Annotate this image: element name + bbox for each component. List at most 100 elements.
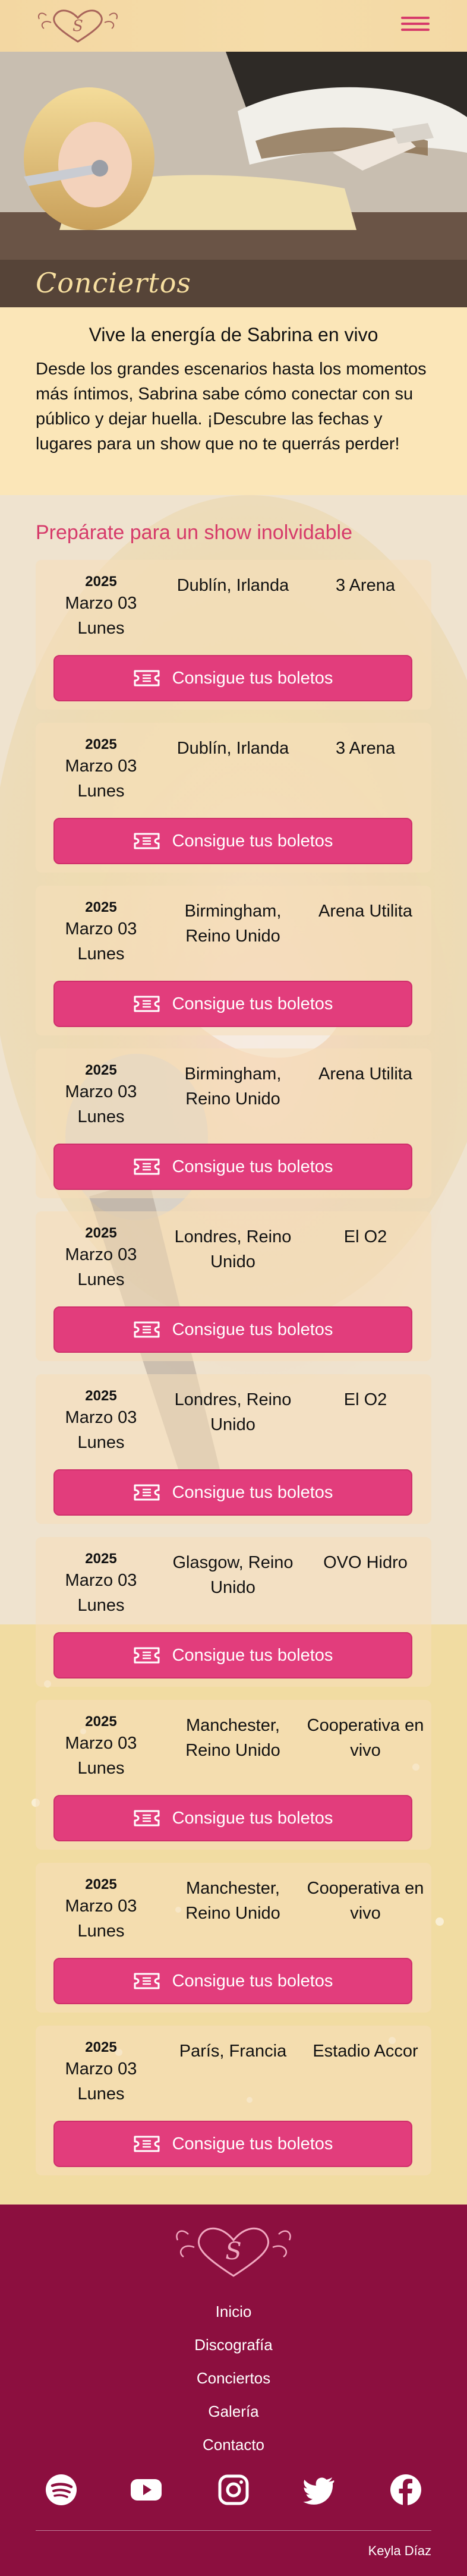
get-tickets-button[interactable]: Consigue tus boletos	[53, 1795, 412, 1841]
ticket-icon	[134, 670, 160, 686]
instagram-icon[interactable]	[217, 2473, 250, 2506]
get-tickets-label: Consigue tus boletos	[172, 1971, 333, 1991]
facebook-icon[interactable]	[389, 2473, 422, 2506]
footer-link-conciertos[interactable]: Conciertos	[0, 2361, 467, 2395]
heart-logo-icon: S	[176, 2227, 291, 2277]
ticket-icon	[134, 1647, 160, 1664]
concert-city: Londres, Reino Unido	[174, 1227, 292, 1271]
concert-month-day: Marzo 03	[65, 757, 137, 776]
concert-date: 2025 Marzo 03 Lunes	[36, 1876, 166, 1944]
hero-banner: Conciertos	[0, 52, 467, 307]
concert-city: Dublín, Irlanda	[176, 739, 289, 758]
get-tickets-button[interactable]: Consigue tus boletos	[53, 818, 412, 864]
concert-city: Dublín, Irlanda	[176, 576, 289, 595]
ticket-icon	[134, 1158, 160, 1175]
svg-text:S: S	[72, 17, 83, 35]
concert-weekday: Lunes	[77, 1759, 125, 1778]
spotify-icon[interactable]	[45, 2473, 78, 2506]
concert-city: Birmingham, Reino Unido	[184, 1065, 282, 1109]
concert-venue: OVO Hidro	[323, 1553, 408, 1572]
concert-weekday: Lunes	[77, 619, 125, 638]
concert-city: Birmingham, Reino Unido	[184, 902, 282, 946]
ticket-icon	[134, 996, 160, 1012]
concert-year: 2025	[85, 899, 117, 915]
concert-city: Manchester, Reino Unido	[185, 1879, 280, 1923]
concert-venue: 3 Arena	[336, 576, 395, 595]
concert-date: 2025 Marzo 03 Lunes	[36, 2039, 166, 2106]
concert-weekday: Lunes	[77, 1270, 125, 1289]
concert-card: 2025 Marzo 03 Lunes Manchester, Reino Unido…	[36, 1863, 431, 2013]
concert-year: 2025	[85, 1551, 117, 1567]
get-tickets-button[interactable]: Consigue tus boletos	[53, 1632, 412, 1679]
get-tickets-label: Consigue tus boletos	[172, 668, 333, 688]
concert-month-day: Marzo 03	[65, 1734, 137, 1753]
get-tickets-label: Consigue tus boletos	[172, 1157, 333, 1176]
concert-card: 2025 Marzo 03 Lunes Londres, Reino Unido El …	[36, 1374, 431, 1524]
concert-card: 2025 Marzo 03 Lunes Dublín, Irlanda 3 Arena C…	[36, 723, 431, 873]
concert-year: 2025	[85, 1062, 117, 1078]
ticket-icon	[134, 1321, 160, 1338]
footer-logo[interactable]: S	[168, 2218, 299, 2283]
footer-credit: Keyla Díaz	[368, 2543, 431, 2558]
concert-city: Londres, Reino Unido	[174, 1390, 292, 1434]
footer-link-contacto[interactable]: Contacto	[0, 2428, 467, 2461]
concert-date: 2025 Marzo 03 Lunes	[36, 1224, 166, 1292]
concert-year: 2025	[85, 1388, 117, 1404]
concert-year: 2025	[85, 736, 117, 752]
concerts-title: Prepárate para un show inolvidable	[36, 521, 353, 544]
get-tickets-label: Consigue tus boletos	[172, 1320, 333, 1339]
footer-nav: Inicio Discografía Conciertos Galería Co…	[0, 2295, 467, 2461]
get-tickets-label: Consigue tus boletos	[172, 1482, 333, 1502]
concert-weekday: Lunes	[77, 944, 125, 963]
hamburger-menu-icon[interactable]	[401, 13, 430, 37]
concert-month-day: Marzo 03	[65, 1245, 137, 1264]
svg-text:S: S	[225, 2238, 241, 2265]
concert-month-day: Marzo 03	[65, 1408, 137, 1427]
intro-body: Desde los grandes escenarios hasta los m…	[36, 360, 427, 454]
get-tickets-label: Consigue tus boletos	[172, 1645, 333, 1665]
concert-venue: El O2	[343, 1227, 387, 1246]
get-tickets-button[interactable]: Consigue tus boletos	[53, 981, 412, 1027]
concert-date: 2025 Marzo 03 Lunes	[36, 1062, 166, 1129]
get-tickets-button[interactable]: Consigue tus boletos	[53, 1958, 412, 2004]
ticket-icon	[134, 2136, 160, 2152]
ticket-icon	[134, 833, 160, 849]
concert-card: 2025 Marzo 03 Lunes Manchester, Reino Unido…	[36, 1700, 431, 1850]
concert-city: Manchester, Reino Unido	[185, 1716, 280, 1760]
concert-month-day: Marzo 03	[65, 2059, 137, 2079]
concert-card: 2025 Marzo 03 Lunes Birmingham, Reino Unido…	[36, 886, 431, 1035]
twitter-icon[interactable]	[303, 2473, 336, 2506]
concert-date: 2025 Marzo 03 Lunes	[36, 1713, 166, 1781]
concert-venue: Cooperativa en vivo	[307, 1879, 424, 1923]
footer-link-inicio[interactable]: Inicio	[0, 2295, 467, 2328]
youtube-icon[interactable]	[130, 2473, 163, 2506]
concert-month-day: Marzo 03	[65, 1082, 137, 1101]
concert-city: París, Francia	[179, 2042, 287, 2061]
concert-year: 2025	[85, 574, 117, 590]
get-tickets-button[interactable]: Consigue tus boletos	[53, 1144, 412, 1190]
concert-venue: Arena Utilita	[318, 902, 412, 921]
concert-weekday: Lunes	[77, 1107, 125, 1126]
site-header: S	[0, 0, 467, 52]
concert-date: 2025 Marzo 03 Lunes	[36, 573, 166, 641]
get-tickets-button[interactable]: Consigue tus boletos	[53, 1469, 412, 1516]
concert-month-day: Marzo 03	[65, 1897, 137, 1916]
concert-weekday: Lunes	[77, 1433, 125, 1452]
intro-section: Vive la energía de Sabrina en vivo Desde…	[0, 307, 467, 495]
get-tickets-button[interactable]: Consigue tus boletos	[53, 1306, 412, 1353]
get-tickets-label: Consigue tus boletos	[172, 1808, 333, 1828]
footer-link-galeria[interactable]: Galería	[0, 2395, 467, 2428]
get-tickets-button[interactable]: Consigue tus boletos	[53, 655, 412, 701]
concerts-section: Prepárate para un show inolvidable 2025 M…	[0, 495, 467, 2205]
footer-link-discografia[interactable]: Discografía	[0, 2328, 467, 2361]
concert-city: Glasgow, Reino Unido	[172, 1553, 294, 1597]
intro-heading: Vive la energía de Sabrina en vivo	[89, 324, 378, 345]
get-tickets-button[interactable]: Consigue tus boletos	[53, 2121, 412, 2167]
site-logo[interactable]: S	[33, 5, 122, 46]
concert-card: 2025 Marzo 03 Lunes Glasgow, Reino Unido OVO…	[36, 1537, 431, 1687]
concert-card: 2025 Marzo 03 Lunes Dublín, Irlanda 3 Arena C…	[36, 560, 431, 710]
concert-card: 2025 Marzo 03 Lunes Birmingham, Reino Unido…	[36, 1048, 431, 1198]
concert-year: 2025	[85, 1225, 117, 1241]
get-tickets-label: Consigue tus boletos	[172, 831, 333, 851]
concert-year: 2025	[85, 1876, 117, 1892]
